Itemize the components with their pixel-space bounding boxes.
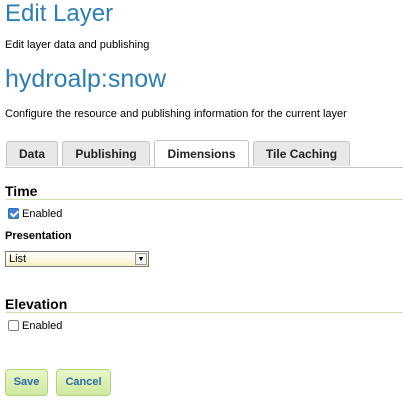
time-enabled-row: Enabled [8,207,62,221]
save-button[interactable]: Save [5,369,48,396]
presentation-select[interactable]: List ▼ [5,251,149,267]
chevron-down-icon: ▼ [135,253,147,265]
time-enabled-label: Enabled [22,208,63,220]
tab-dimensions[interactable]: Dimensions [154,140,249,167]
presentation-label: Presentation [5,230,72,242]
layer-description: Configure the resource and publishing in… [5,108,347,120]
page-subtitle: Edit layer data and publishing [5,39,150,51]
layer-name: hydroalp:snow [5,65,167,93]
presentation-select-value: List [9,253,27,265]
tab-bar: Data Publishing Dimensions Tile Caching [5,138,403,168]
time-section-divider [5,199,403,200]
elevation-enabled-label: Enabled [22,320,63,332]
tab-tile-caching[interactable]: Tile Caching [253,141,350,166]
time-enabled-checkbox[interactable] [8,207,19,219]
page-title: Edit Layer [5,0,114,27]
elevation-enabled-row: Enabled [8,319,62,333]
elevation-section-divider [5,312,403,313]
elevation-section-title: Elevation [5,296,68,312]
elevation-enabled-checkbox[interactable] [8,319,19,331]
time-section-title: Time [5,183,38,199]
tab-data[interactable]: Data [6,141,58,166]
cancel-button[interactable]: Cancel [56,369,111,396]
tab-publishing[interactable]: Publishing [62,141,150,166]
